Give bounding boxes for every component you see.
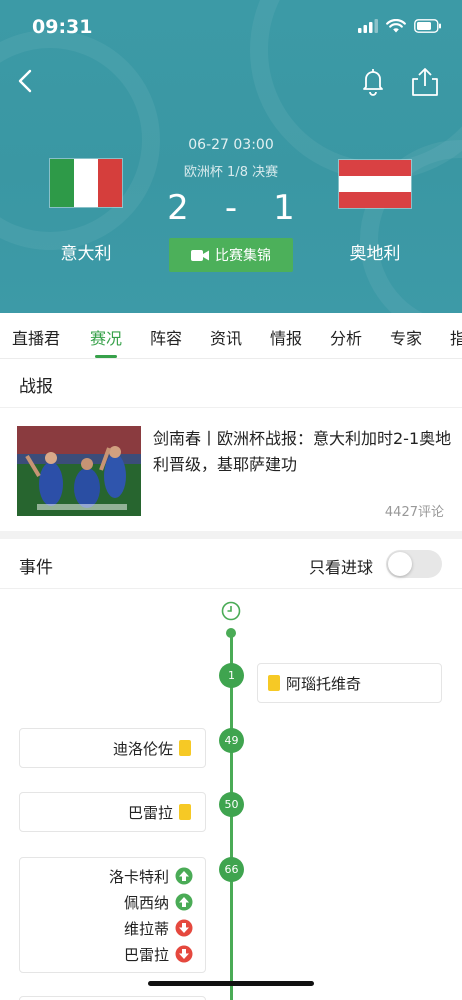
- event-row: 迪洛伦佐: [34, 735, 191, 761]
- report-section-title: 战报: [19, 377, 53, 397]
- video-camera-icon: [191, 249, 209, 261]
- section-divider: [0, 531, 462, 539]
- sub-in-icon: [175, 867, 193, 885]
- event-player: 巴雷拉: [127, 803, 173, 822]
- toggle-knob: [388, 552, 412, 576]
- tab-news[interactable]: 资讯: [210, 325, 242, 349]
- italy-flag-icon[interactable]: [49, 158, 123, 208]
- sub-out-icon: [175, 919, 193, 937]
- event-card[interactable]: 阿瑙托维奇: [257, 663, 442, 703]
- goal-filter-label: 只看进球: [309, 558, 374, 577]
- active-tab-indicator: [95, 355, 117, 358]
- status-time: 09:31: [32, 16, 93, 38]
- event-card[interactable]: 洛卡特利 佩西纳 维拉蒂 巴雷拉: [19, 857, 206, 973]
- event-card[interactable]: 巴雷拉: [19, 792, 206, 832]
- events-section-title: 事件: [19, 558, 53, 578]
- tab-intel[interactable]: 情报: [270, 325, 302, 349]
- signal-icon: [358, 19, 378, 33]
- sub-out-icon: [175, 945, 193, 963]
- report-photo-image: [17, 426, 141, 516]
- goal-filter-toggle[interactable]: [386, 550, 442, 578]
- tab-experts[interactable]: 专家: [390, 325, 422, 349]
- austria-flag-icon[interactable]: [338, 159, 412, 209]
- tab-overview[interactable]: 赛况: [90, 325, 122, 349]
- home-team-name[interactable]: 意大利: [36, 239, 136, 264]
- highlights-button[interactable]: 比赛集锦: [169, 238, 293, 272]
- battery-icon: [414, 19, 441, 33]
- report-card[interactable]: 剑南春丨欧洲杯战报：意大利加时2-1奥地利晋级，基耶萨建功 4427评论: [0, 407, 462, 531]
- match-header: 09:31 06-27 03:00 欧洲杯 1/8 决赛 2 - 1 意大利 奥…: [0, 0, 462, 313]
- wifi-icon: [386, 19, 406, 33]
- event-player: 巴雷拉: [123, 945, 169, 964]
- report-thumbnail[interactable]: [17, 426, 141, 516]
- yellow-card-icon: [268, 675, 280, 691]
- share-icon[interactable]: [408, 66, 442, 98]
- event-player: 洛卡特利: [108, 867, 169, 886]
- highlights-label: 比赛集锦: [215, 248, 271, 264]
- event-row: 维拉蒂: [32, 915, 193, 941]
- report-comment-count: 4427评论: [384, 505, 444, 520]
- back-icon[interactable]: [12, 66, 42, 96]
- event-player: 佩西纳: [123, 893, 169, 912]
- status-icons: [358, 19, 442, 33]
- yellow-card-icon: [179, 804, 191, 820]
- tab-analysis[interactable]: 分析: [330, 325, 362, 349]
- event-minute: 50: [219, 792, 244, 817]
- event-player: 维拉蒂: [123, 919, 169, 938]
- match-datetime: 06-27 03:00: [188, 137, 274, 153]
- events-header: 事件 只看进球: [0, 539, 462, 589]
- home-indicator: [148, 981, 314, 986]
- event-row: 佩西纳: [32, 889, 193, 915]
- status-bar: 09:31: [0, 0, 462, 56]
- home-score: 2: [167, 188, 189, 228]
- sub-in-icon: [175, 893, 193, 911]
- event-row: 洛卡特利: [32, 863, 193, 889]
- event-player: 迪洛伦佐: [112, 739, 173, 758]
- tab-lineup[interactable]: 阵容: [150, 325, 182, 349]
- bell-icon[interactable]: [358, 66, 388, 96]
- event-card[interactable]: 迪洛伦佐: [19, 728, 206, 768]
- tab-bar: 直播君 赛况 阵容 资讯 情报 分析 专家 指: [0, 313, 462, 359]
- event-row: 巴雷拉: [32, 941, 193, 967]
- tab-more[interactable]: 指: [450, 325, 462, 349]
- score-separator: -: [224, 188, 238, 228]
- timeline-start-dot: [226, 628, 236, 638]
- event-row: 阿瑙托维奇: [268, 670, 431, 696]
- event-minute: 49: [219, 728, 244, 753]
- report-headline[interactable]: 剑南春丨欧洲杯战报：意大利加时2-1奥地利晋级，基耶萨建功: [153, 426, 453, 478]
- yellow-card-icon: [179, 740, 191, 756]
- event-card[interactable]: [19, 996, 206, 1000]
- event-minute: 66: [219, 857, 244, 882]
- away-score: 1: [273, 188, 295, 228]
- tab-live[interactable]: 直播君: [12, 325, 60, 349]
- clock-icon: [221, 601, 241, 621]
- away-team-name[interactable]: 奥地利: [325, 239, 425, 264]
- event-player: 阿瑙托维奇: [286, 674, 362, 693]
- event-row: 巴雷拉: [34, 799, 191, 825]
- event-minute: 1: [219, 663, 244, 688]
